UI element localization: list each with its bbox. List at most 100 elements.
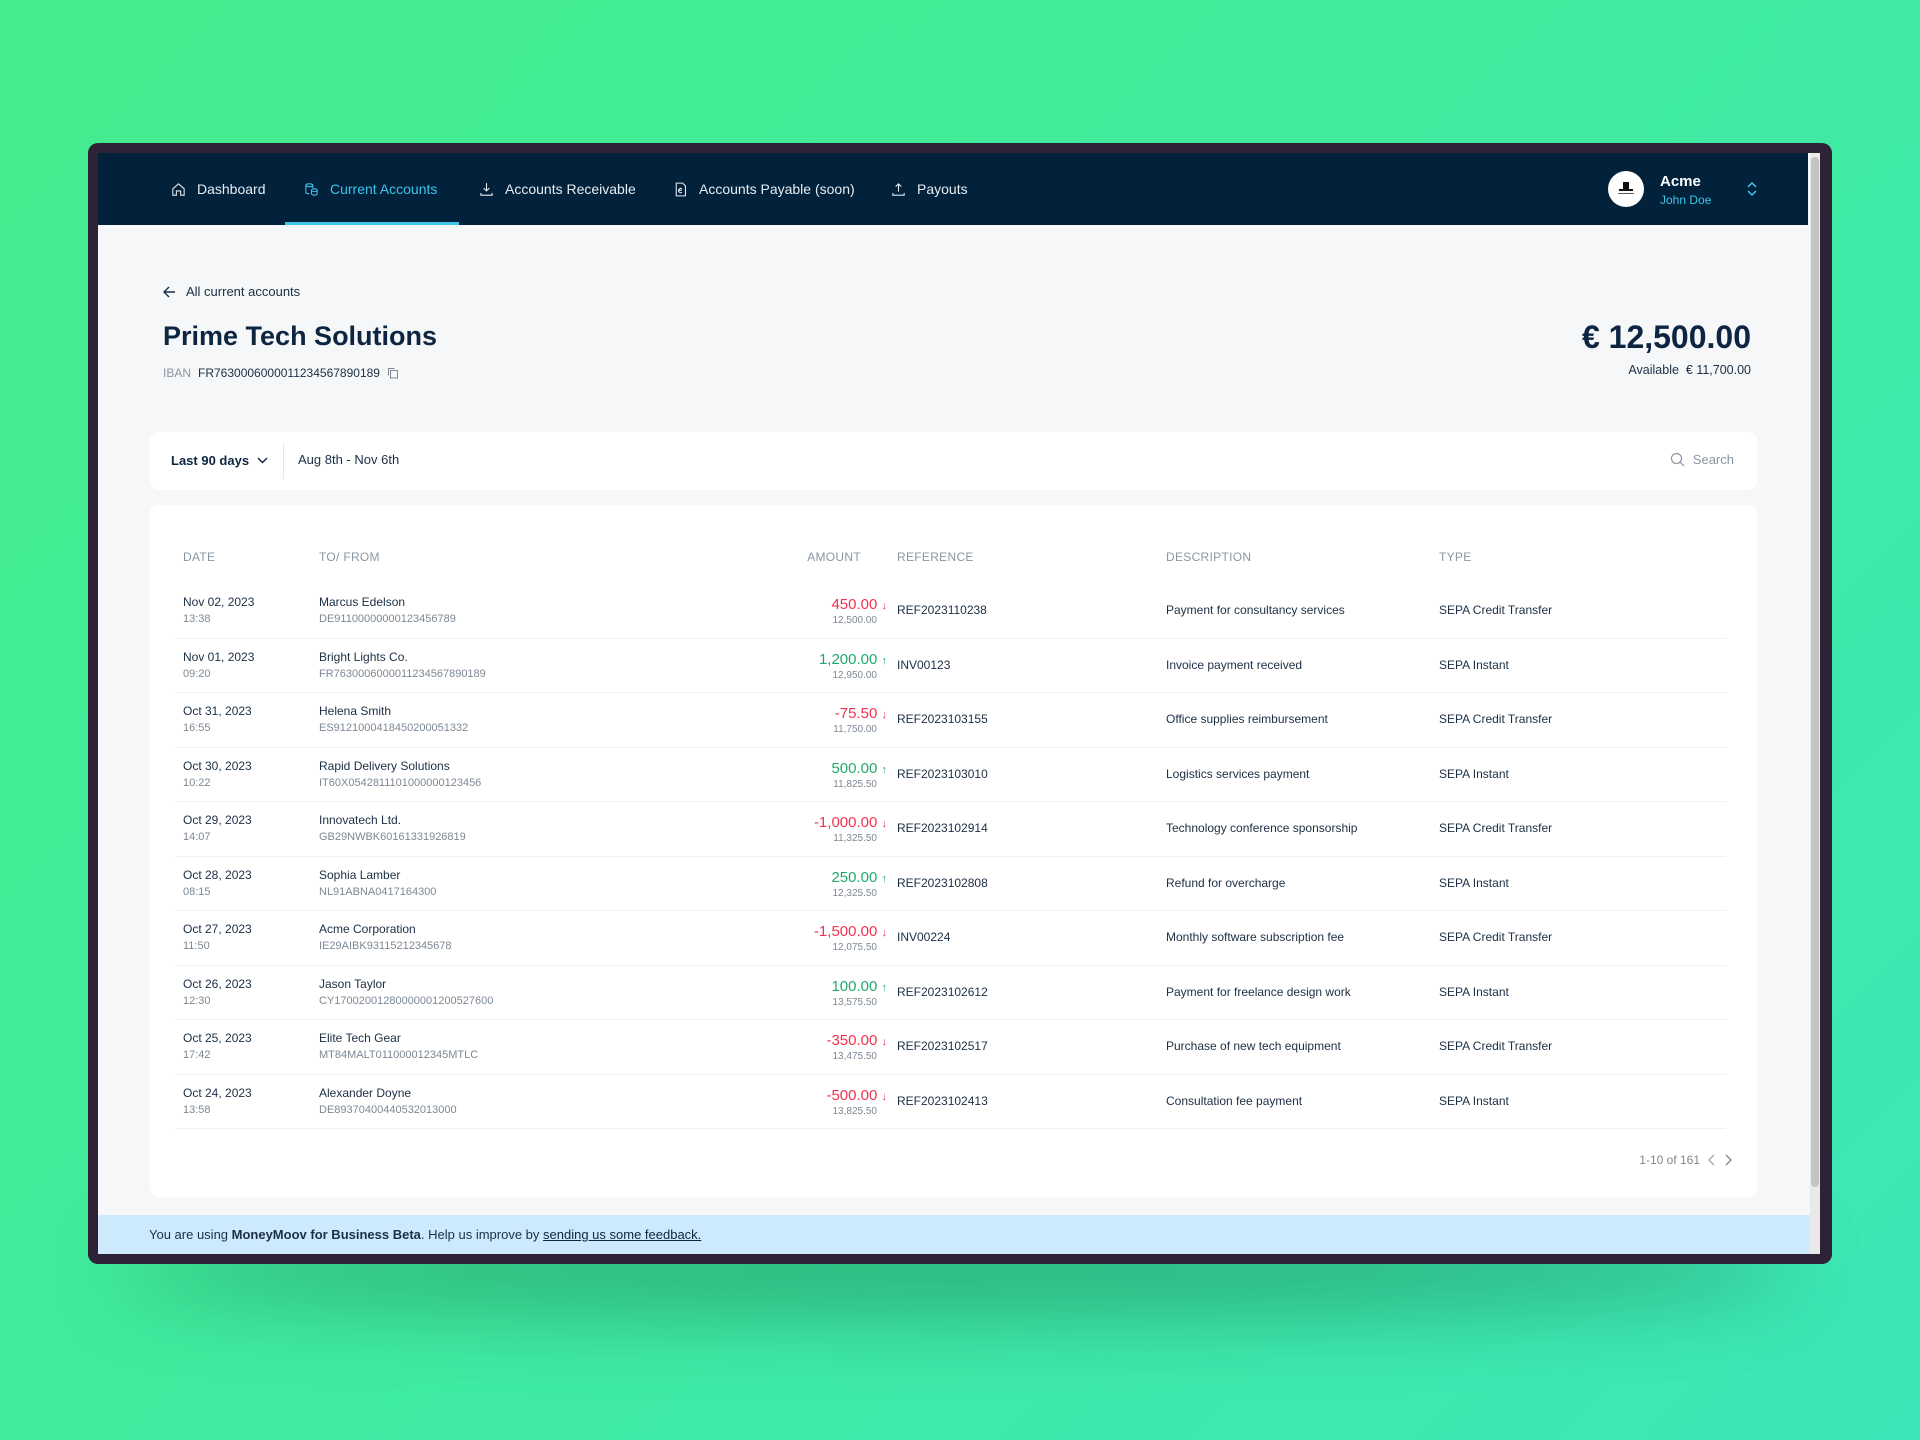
amount-cell: -500.00 ↓ 13,825.50 [826,1087,887,1117]
date-cell: Oct 26, 2023 12:30 [183,977,252,1007]
table-row[interactable]: Oct 30, 2023 10:22 Rapid Delivery Solutio… [175,748,1726,802]
available-value: € 11,700.00 [1685,363,1751,377]
header-reference[interactable]: REFERENCE [897,550,974,564]
arrow-left-icon [163,286,175,297]
arrow-down-icon: ↓ [881,927,888,939]
pagination-label: 1-10 of 161 [1639,1153,1700,1167]
back-link[interactable]: All current accounts [163,284,300,299]
party-iban: IT60X0542811101000000123456 [319,776,482,789]
date-range[interactable]: Aug 8th - Nov 6th [298,452,399,467]
party-cell: Acme Corporation IE29AIBK93115212345678 [319,922,519,952]
filter-bar: Last 90 days Aug 8th - Nov 6th Search [150,432,1757,490]
date: Oct 25, 2023 [183,1031,252,1045]
date-cell: Oct 25, 2023 17:42 [183,1031,252,1061]
date-cell: Oct 29, 2023 14:07 [183,813,252,843]
description: Invoice payment received [1166,657,1303,672]
running-balance: 13,575.50 [832,996,878,1008]
chevron-right-icon[interactable] [1724,1154,1732,1166]
party-cell: Rapid Delivery Solutions IT60X05428111010… [319,759,519,789]
running-balance: 11,825.50 [833,778,877,790]
org-avatar[interactable] [1608,171,1644,207]
header-date[interactable]: DATE [183,550,215,564]
running-balance: 13,825.50 [832,1105,878,1117]
time: 10:22 [183,776,211,789]
iban-value: FR7630006000011234567890189 [198,366,380,380]
home-icon [172,182,185,196]
arrow-up-icon: ↑ [881,763,888,776]
period-label: Last 90 days [171,453,250,468]
chevron-up-down-icon[interactable] [1746,181,1758,197]
amount-cell: 1,200.00 ↑ 12,950.00 [819,651,887,681]
table-row[interactable]: Oct 27, 2023 11:50 Acme Corporation IE29AI… [175,911,1726,966]
description: Payment for consultancy services [1166,603,1345,617]
description: Monthly software subscription fee [1166,930,1345,944]
party-name: Marcus Edelson [319,595,406,609]
copy-icon[interactable] [387,367,399,379]
type: SEPA Credit Transfer [1439,930,1553,944]
available-label: Available [1628,363,1679,377]
period-dropdown[interactable]: Last 90 days [171,453,268,468]
amount: -1,000.00 [813,814,878,831]
running-balance: 11,750.00 [833,724,877,735]
running-balance: 12,950.00 [832,669,878,681]
nav-accounts-receivable[interactable]: Accounts Receivable [478,153,636,225]
reference: INV00123 [897,657,951,672]
nav-accounts-payable[interactable]: Accounts Payable (soon) [672,153,855,225]
org-name[interactable]: Acme [1660,173,1701,190]
date: Oct 29, 2023 [183,813,252,827]
time: 08:15 [183,885,211,898]
chevron-left-icon[interactable] [1708,1154,1716,1166]
table-row[interactable]: Oct 25, 2023 17:42 Elite Tech Gear MT84MAL… [175,1020,1726,1075]
type: SEPA Instant [1439,766,1509,781]
banner-product: MoneyMoov for Business Beta [231,1227,421,1242]
account-balance: € 12,500.00 [1581,319,1751,355]
header-type[interactable]: TYPE [1439,550,1472,564]
date-cell: Oct 27, 2023 11:50 [183,922,252,952]
feedback-link[interactable]: sending us some feedback. [543,1227,701,1242]
time: 12:30 [183,994,211,1007]
reference: REF2023102808 [897,875,988,890]
table-row[interactable]: Oct 31, 2023 16:55 Helena Smith ES91210004… [175,693,1726,748]
party-name: Rapid Delivery Solutions [319,758,450,773]
party-cell: Alexander Doyne DE89370400440532013000 [319,1086,519,1116]
description: Consultation fee payment [1166,1093,1303,1108]
iban-row: IBAN FR7630006000011234567890189 [163,366,399,380]
running-balance: 12,500.00 [832,615,878,626]
nav-current-accounts[interactable]: Current Accounts [284,153,460,225]
table-row[interactable]: Nov 02, 2023 13:38 Marcus Edelson DE911000… [175,584,1726,639]
table-row[interactable]: Oct 29, 2023 14:07 Innovatech Ltd. GB29NWB… [175,802,1726,857]
party-iban: DE89370400440532013000 [319,1103,457,1116]
type: SEPA Credit Transfer [1439,603,1553,617]
party-iban: NL91ABNA0417164300 [319,885,437,898]
reference: REF2023102914 [897,821,988,835]
amount-cell: 100.00 ↑ 13,575.50 [831,978,887,1008]
reference: INV00224 [897,930,951,944]
header-description[interactable]: DESCRIPTION [1166,550,1251,564]
nav-dashboard[interactable]: Dashboard [170,153,266,225]
reference: REF2023103010 [897,766,988,781]
running-balance: 11,325.50 [833,833,877,844]
amount-cell: -1,500.00 ↓ 12,075.50 [814,923,887,953]
divider [283,443,284,479]
date-cell: Oct 30, 2023 10:22 [183,759,252,789]
table-row[interactable]: Oct 28, 2023 08:15 Sophia Lamber NL91ABNA0… [175,857,1726,911]
table-row[interactable]: Nov 01, 2023 09:20 Bright Lights Co. FR763… [175,639,1726,693]
nav-payouts[interactable]: Payouts [890,153,968,225]
amount-cell: -350.00 ↓ 13,475.50 [826,1032,887,1062]
party-cell: Elite Tech Gear MT84MALT011000012345MTLC [319,1031,519,1061]
date-cell: Oct 31, 2023 16:55 [183,704,252,734]
arrow-down-icon: ↓ [881,709,888,721]
header-amount[interactable]: AMOUNT [807,550,861,564]
header-party[interactable]: TO/ FROM [319,550,380,564]
arrow-up-icon: ↑ [881,872,888,885]
nav-label: Payouts [917,181,968,197]
scrollbar-thumb[interactable] [1811,157,1819,1187]
amount-cell: -1,000.00 ↓ 11,325.50 [814,814,887,844]
table-row[interactable]: Oct 24, 2023 13:58 Alexander Doyne DE89370… [175,1075,1726,1129]
search-input[interactable]: Search [1670,452,1734,467]
running-balance: 12,075.50 [832,942,878,953]
beta-banner: You are using MoneyMoov for Business Bet… [98,1215,1810,1254]
search-placeholder: Search [1692,452,1734,467]
user-name[interactable]: John Doe [1660,193,1711,207]
table-row[interactable]: Oct 26, 2023 12:30 Jason Taylor CY17002001… [175,966,1726,1020]
